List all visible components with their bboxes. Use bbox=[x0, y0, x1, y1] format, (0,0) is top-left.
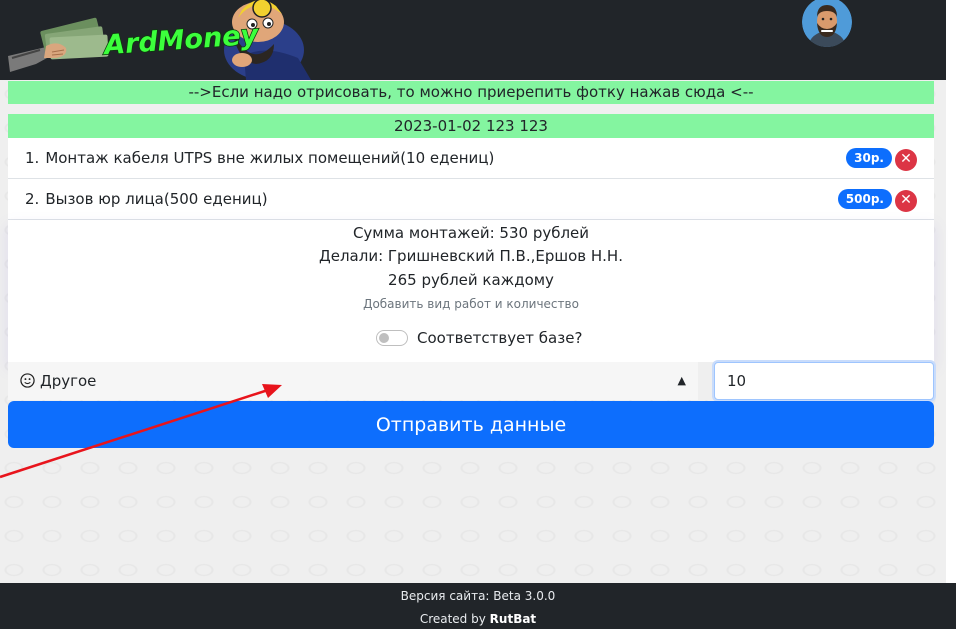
submit-button[interactable]: Отправить данные bbox=[8, 401, 934, 448]
close-icon: ✕ bbox=[900, 151, 912, 167]
scrollbar-top bbox=[946, 0, 956, 80]
author-link[interactable]: RutBat bbox=[490, 612, 537, 626]
price-badge: 500р. bbox=[837, 189, 892, 209]
item-name: Вызов юр лица(500 едениц) bbox=[45, 190, 268, 208]
work-type-select[interactable]: Другое ▲ bbox=[8, 362, 698, 400]
item-number: 1. bbox=[25, 149, 40, 167]
work-list: 1. Монтаж кабеля UTPS вне жилых помещений… bbox=[8, 138, 934, 220]
base-match-label: Соответствует базе? bbox=[417, 329, 583, 347]
total-sum: Сумма монтажей: 530 рублей bbox=[352, 224, 590, 242]
quantity-input[interactable] bbox=[714, 362, 934, 400]
form-gap bbox=[698, 362, 714, 400]
list-item: 2. Вызов юр лица(500 едениц) 500р. ✕ bbox=[8, 179, 934, 220]
price-badge: 30р. bbox=[846, 148, 892, 168]
chevron-up-icon: ▲ bbox=[677, 374, 686, 387]
summary-card: Сумма монтажей: 530 рублей Делали: Гришн… bbox=[8, 220, 934, 362]
list-item: 1. Монтаж кабеля UTPS вне жилых помещений… bbox=[8, 138, 934, 179]
site-version: Версия сайта: Beta 3.0.0 bbox=[400, 589, 556, 603]
site-logo[interactable]: ArdMoney bbox=[6, 0, 316, 80]
delete-item-button[interactable]: ✕ bbox=[895, 190, 917, 212]
money-hand-icon bbox=[8, 17, 109, 72]
credits: Created by RutBat bbox=[0, 612, 956, 626]
footer: Версия сайта: Beta 3.0.0 Created by RutB… bbox=[0, 583, 956, 629]
add-work-hint: Добавить вид работ и количество bbox=[363, 297, 579, 311]
item-number: 2. bbox=[25, 190, 40, 208]
close-icon: ✕ bbox=[900, 192, 912, 208]
attach-photo-link[interactable]: -->Если надо отрисовать, то можно приере… bbox=[8, 81, 934, 104]
workers-line: Делали: Гришневский П.В.,Ершов Н.Н. bbox=[319, 247, 623, 265]
user-avatar[interactable] bbox=[802, 0, 852, 47]
scrollbar-gutter bbox=[946, 80, 956, 583]
per-person-line: 265 рублей каждому bbox=[388, 271, 554, 289]
smiley-icon bbox=[20, 373, 35, 388]
item-name: Монтаж кабеля UTPS вне жилых помещений(1… bbox=[45, 149, 495, 167]
delete-item-button[interactable]: ✕ bbox=[895, 149, 917, 171]
top-navbar: ArdMoney bbox=[0, 0, 946, 80]
entry-date-header: 2023-01-02 123 123 bbox=[8, 114, 934, 138]
base-match-toggle[interactable] bbox=[376, 330, 408, 346]
base-match-row: Соответствует базе? bbox=[376, 326, 582, 350]
credits-prefix: Created by bbox=[419, 612, 486, 626]
select-value: Другое bbox=[40, 372, 97, 390]
avatar-icon bbox=[802, 0, 852, 47]
